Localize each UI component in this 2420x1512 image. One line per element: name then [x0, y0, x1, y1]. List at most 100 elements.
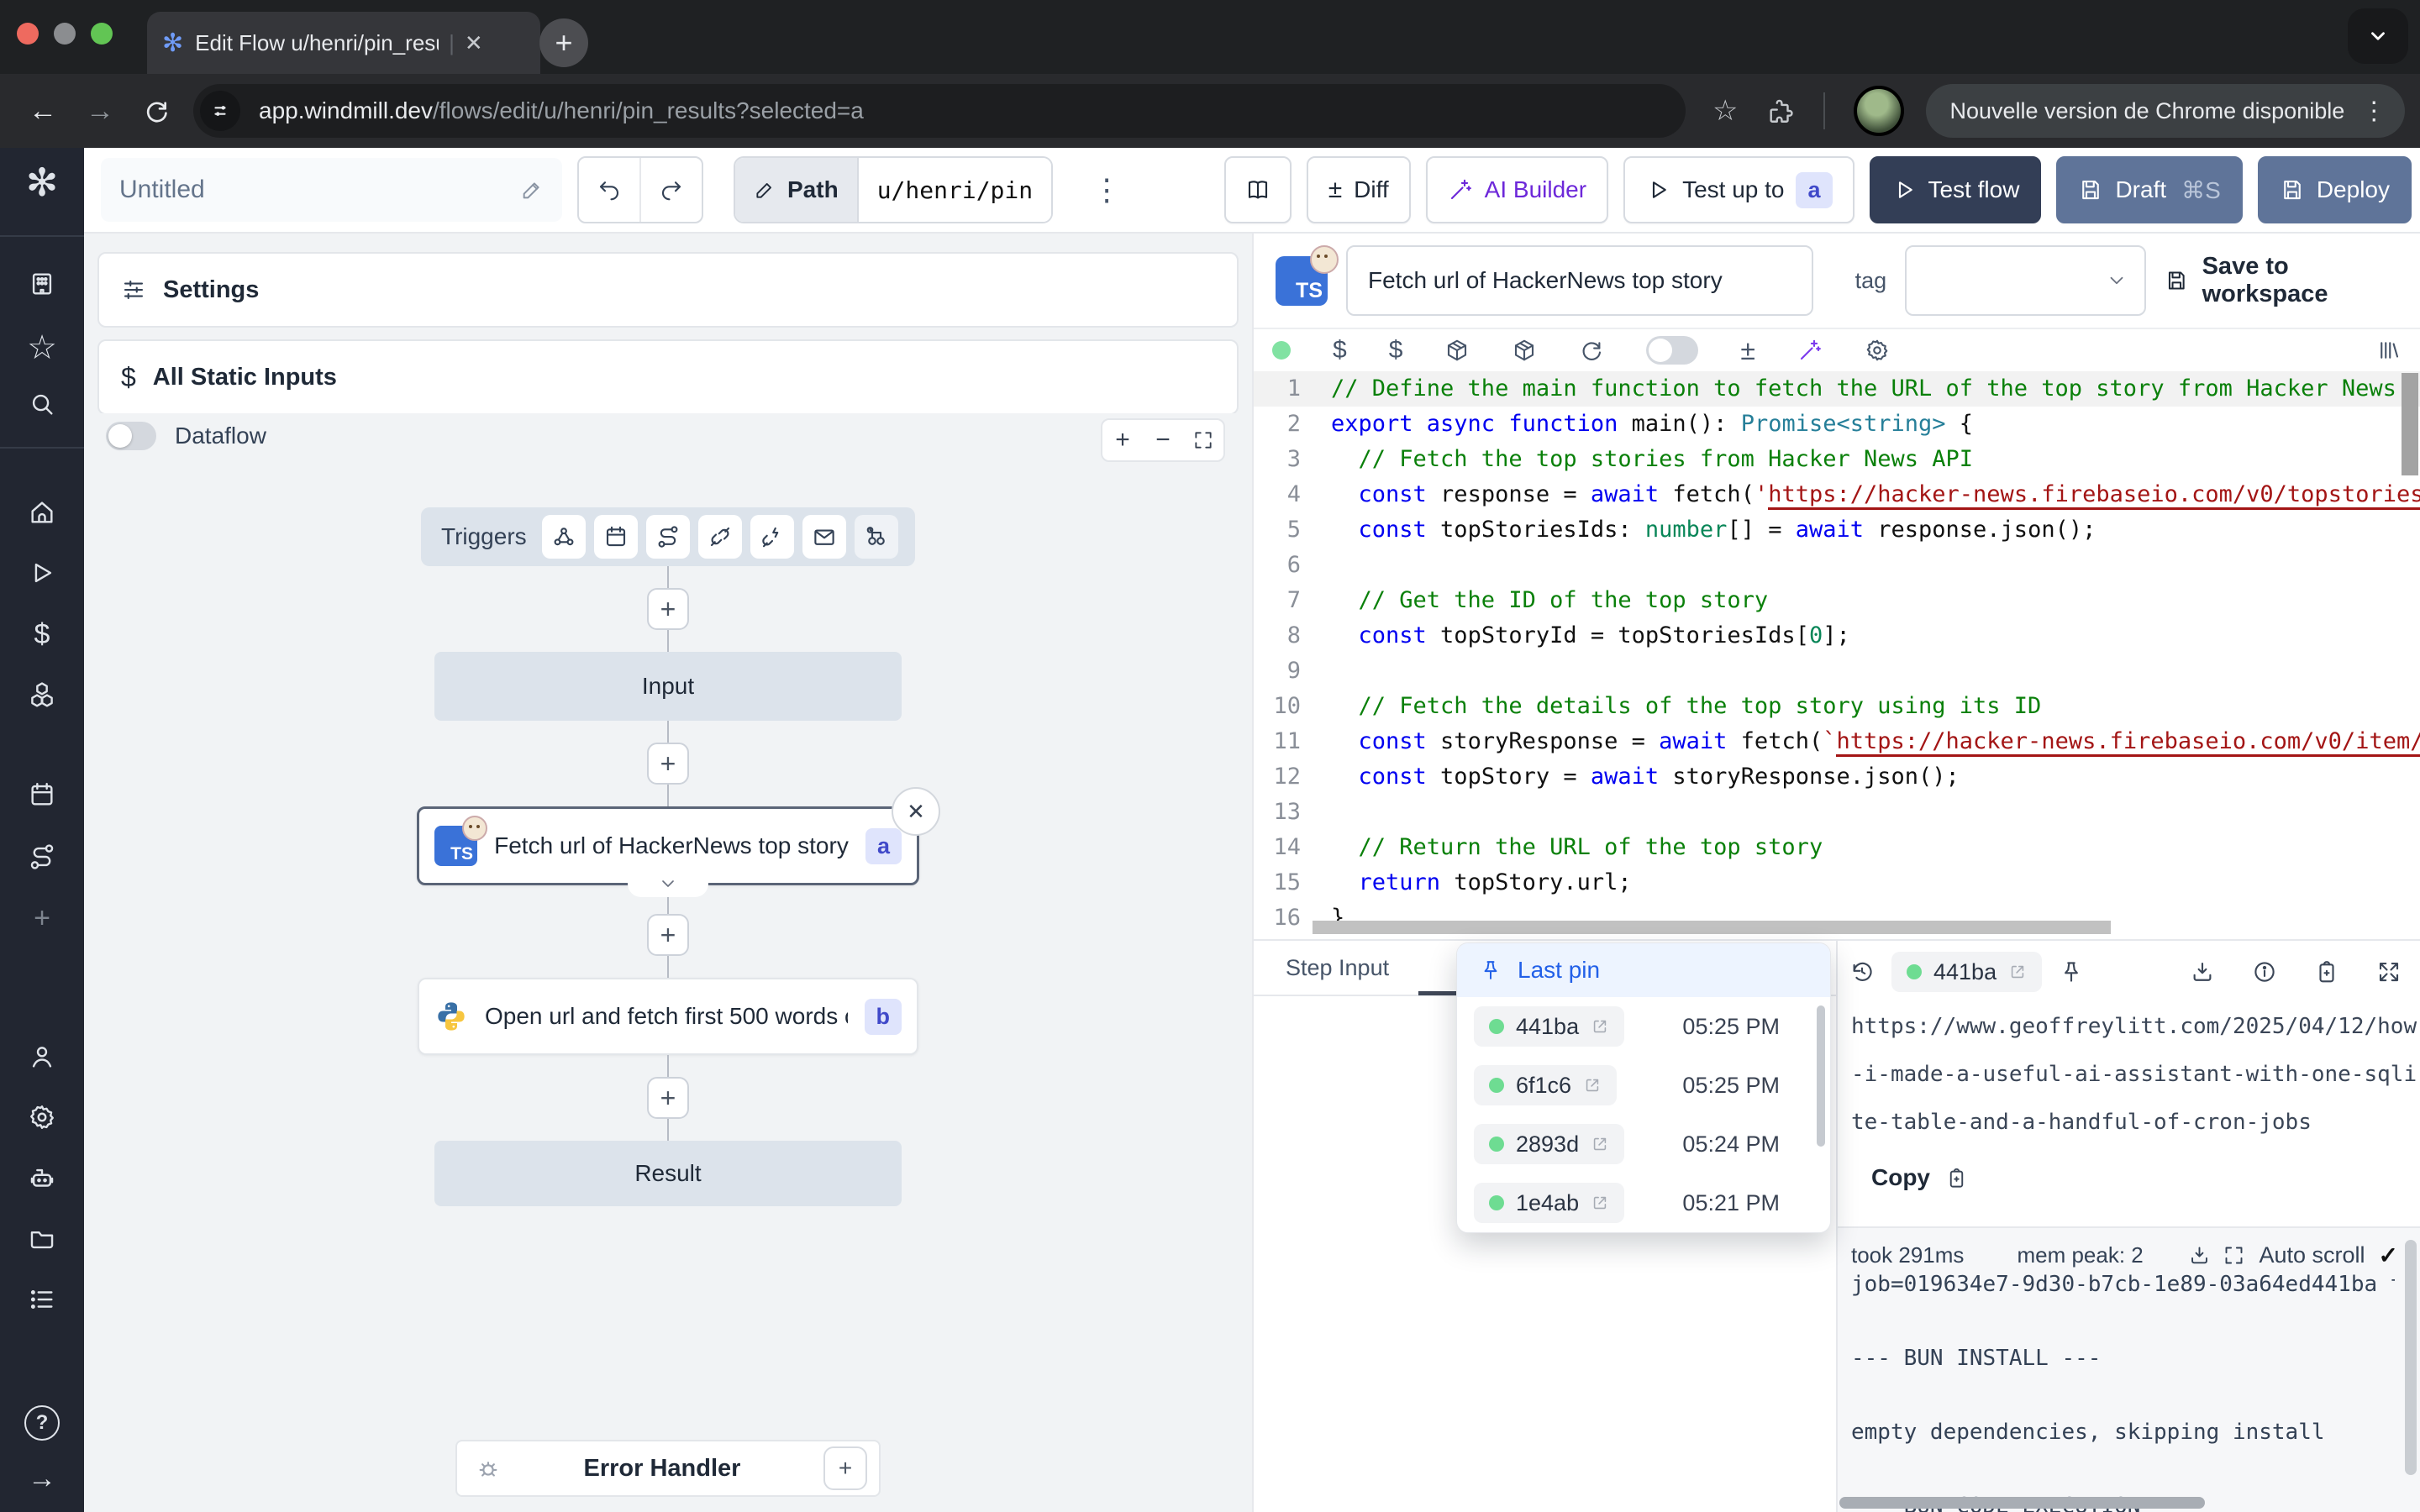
flow-graph[interactable]: Dataflow + − Triggers: [84, 413, 1252, 1512]
tag-select[interactable]: [1905, 245, 2146, 316]
external-link-icon[interactable]: [1591, 1135, 1609, 1153]
http-route-trigger-icon[interactable]: [646, 515, 690, 559]
code-line[interactable]: 10 // Fetch the details of the top story…: [1254, 689, 2420, 724]
traffic-zoom-button[interactable]: [91, 23, 113, 45]
reload-icon[interactable]: [1579, 338, 1604, 363]
code-line[interactable]: 2export async function main(): Promise<s…: [1254, 407, 2420, 442]
pin-item[interactable]: 1e4ab05:21 PM: [1457, 1173, 1830, 1232]
site-settings-icon[interactable]: [200, 91, 240, 131]
auto-scroll-checkbox[interactable]: ✓: [2379, 1242, 2398, 1269]
draft-button[interactable]: Draft ⌘S: [2056, 156, 2242, 223]
error-handler-node[interactable]: Error Handler +: [455, 1440, 881, 1497]
download-icon[interactable]: [2190, 959, 2215, 984]
job-badge[interactable]: 441ba: [1891, 952, 2042, 992]
log-vertical-scrollbar[interactable]: [2405, 1240, 2417, 1475]
diff-button[interactable]: ± Diff: [1307, 156, 1411, 223]
code-line[interactable]: 3 // Fetch the top stories from Hacker N…: [1254, 442, 2420, 477]
more-options-icon[interactable]: ⋮: [1092, 172, 1122, 207]
code-line[interactable]: 12 const topStory = await storyResponse.…: [1254, 759, 2420, 795]
last-pin-option[interactable]: Last pin: [1457, 943, 1830, 997]
tab-search-button[interactable]: [2348, 8, 2408, 64]
static-inputs-card[interactable]: $ All Static Inputs: [97, 339, 1239, 415]
bookmark-star-icon[interactable]: ☆: [1712, 94, 1738, 128]
code-line[interactable]: 14 // Return the URL of the top story: [1254, 830, 2420, 865]
code-editor[interactable]: 1// Define the main function to fetch th…: [1254, 371, 2420, 939]
sidebar-item-audit-logs[interactable]: [0, 1285, 84, 1314]
remove-step-icon[interactable]: ✕: [892, 787, 940, 836]
code-line[interactable]: 5 const topStoriesIds: number[] = await …: [1254, 512, 2420, 548]
windmill-logo-icon[interactable]: ✻: [0, 160, 84, 205]
code-horizontal-scrollbar[interactable]: [1313, 921, 2111, 934]
sidebar-item-variables[interactable]: $: [0, 618, 84, 651]
add-step-button[interactable]: +: [647, 1077, 689, 1119]
docs-button[interactable]: [1224, 156, 1292, 223]
schedule-trigger-icon[interactable]: [594, 515, 638, 559]
code-line[interactable]: 9: [1254, 654, 2420, 689]
code-line[interactable]: 11 const storyResponse = await fetch(`ht…: [1254, 724, 2420, 759]
new-tab-button[interactable]: +: [539, 18, 588, 67]
code-line[interactable]: 15 return topStory.url;: [1254, 865, 2420, 900]
redo-button[interactable]: [639, 158, 702, 222]
sidebar-item-runs[interactable]: [0, 559, 84, 587]
add-error-handler-button[interactable]: +: [823, 1446, 867, 1490]
code-line[interactable]: 8 const topStoryId = topStoriesIds[0];: [1254, 618, 2420, 654]
step-b-node[interactable]: Open url and fetch first 500 words of ..…: [418, 978, 918, 1055]
add-step-button[interactable]: +: [647, 743, 689, 785]
websocket-trigger-icon[interactable]: [698, 515, 742, 559]
result-url[interactable]: https://www.geoffreylitt.com/2025/04/12/…: [1851, 1003, 2420, 1147]
chrome-update-button[interactable]: Nouvelle version de Chrome disponible ⋮: [1926, 84, 2405, 138]
tab-step-input[interactable]: Step Input: [1286, 955, 1389, 981]
path-control[interactable]: Path u/henri/pin: [734, 156, 1053, 223]
add-step-button[interactable]: +: [647, 914, 689, 956]
sidebar-item-home[interactable]: [0, 498, 84, 527]
library-icon[interactable]: [2376, 338, 2402, 363]
result-node[interactable]: Result: [434, 1141, 902, 1206]
pin-item[interactable]: 2893d05:24 PM: [1457, 1115, 1830, 1173]
sidebar-item-add[interactable]: +: [0, 902, 84, 935]
zoom-out-button[interactable]: −: [1143, 420, 1183, 460]
ai-edit-icon[interactable]: [1797, 338, 1823, 363]
code-line[interactable]: 7 // Get the ID of the top story: [1254, 583, 2420, 618]
log-horizontal-scrollbar[interactable]: [1839, 1497, 2205, 1509]
expand-step-icon[interactable]: [628, 870, 708, 897]
history-icon[interactable]: [1849, 959, 1875, 984]
triggers-node[interactable]: Triggers: [421, 507, 915, 566]
copy-button[interactable]: Copy: [1871, 1164, 1968, 1191]
info-icon[interactable]: [2252, 959, 2277, 984]
forward-icon[interactable]: →: [86, 95, 114, 128]
code-vertical-scrollbar[interactable]: [2402, 373, 2418, 475]
code-line[interactable]: 6: [1254, 548, 2420, 583]
settings-card[interactable]: Settings: [97, 252, 1239, 328]
sidebar-collapse-icon[interactable]: →: [0, 1462, 84, 1495]
help-icon[interactable]: ?: [0, 1405, 84, 1441]
external-link-icon[interactable]: [1583, 1076, 1602, 1095]
variables-icon[interactable]: $: [1333, 336, 1347, 365]
dropdown-scrollbar[interactable]: [1817, 1005, 1825, 1147]
zoom-in-button[interactable]: +: [1102, 420, 1143, 460]
sidebar-item-settings[interactable]: [0, 1103, 84, 1131]
sidebar-item-favorites[interactable]: ☆: [0, 328, 84, 367]
search-icon[interactable]: [0, 390, 84, 418]
assistant-toggle[interactable]: [1646, 336, 1698, 365]
url-bar[interactable]: app.windmill.dev/flows/edit/u/henri/pin_…: [193, 84, 1686, 138]
tab-close-icon[interactable]: ✕: [465, 30, 483, 56]
sidebar-item-folders[interactable]: [0, 1225, 84, 1253]
traffic-close-button[interactable]: [17, 23, 39, 45]
kafka-trigger-icon[interactable]: [750, 515, 794, 559]
download-icon[interactable]: [2176, 1244, 2211, 1267]
test-flow-button[interactable]: Test flow: [1870, 156, 2042, 223]
sidebar-item-workspace[interactable]: [0, 270, 84, 298]
flow-summary-field[interactable]: Untitled: [101, 158, 562, 222]
test-up-to-button[interactable]: Test up to a: [1623, 156, 1854, 223]
sidebar-item-routes[interactable]: [0, 843, 84, 871]
webhook-trigger-icon[interactable]: [542, 515, 586, 559]
sidebar-item-resources[interactable]: [0, 680, 84, 709]
dataflow-toggle[interactable]: [106, 422, 156, 450]
step-summary-input[interactable]: [1346, 245, 1813, 316]
profile-avatar[interactable]: [1854, 86, 1904, 136]
sidebar-item-workers[interactable]: [0, 1164, 84, 1193]
fit-view-button[interactable]: [1183, 420, 1223, 460]
save-to-workspace-button[interactable]: Save to workspace: [2165, 253, 2398, 308]
input-node[interactable]: Input: [434, 652, 902, 721]
log-lines[interactable]: job=019634e7-9d30-b7cb-1e89-03a64ed441ba…: [1851, 1266, 2395, 1512]
